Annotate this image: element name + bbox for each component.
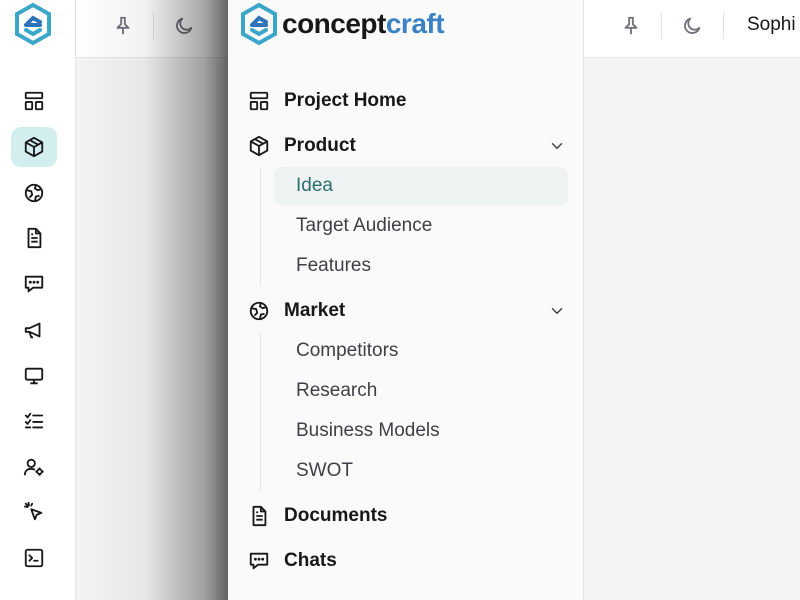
document-icon: [27, 227, 42, 249]
icon-rail: [0, 0, 76, 600]
toolbar-divider: [723, 13, 724, 39]
product-subnav-line: [260, 168, 261, 286]
subnav-item-research[interactable]: Research: [274, 372, 568, 410]
toolbar-divider: [661, 13, 662, 39]
rail-actions[interactable]: [11, 492, 57, 532]
cube-icon: [249, 135, 269, 157]
chevron-down-icon[interactable]: [548, 302, 566, 320]
cursor-click-icon: [23, 501, 43, 521]
rail-product[interactable]: [11, 127, 57, 167]
pin-icon[interactable]: [618, 13, 644, 39]
subnav-item-target-audience[interactable]: Target Audience: [274, 207, 568, 245]
rail-project-home[interactable]: [11, 81, 57, 121]
subnav-item-features[interactable]: Features: [274, 247, 568, 285]
globe-icon: [249, 301, 269, 321]
app-logo-icon: [241, 3, 277, 45]
terminal-icon: [24, 548, 44, 568]
user-settings-icon: [23, 458, 44, 476]
chat-icon: [249, 552, 269, 570]
document-icon: [252, 505, 267, 527]
subnav-item-competitors[interactable]: Competitors: [274, 332, 568, 370]
nav-documents[interactable]: Documents: [248, 498, 568, 534]
subnav-item-idea[interactable]: Idea: [274, 167, 568, 205]
drawer-backdrop-shadow: [76, 0, 228, 600]
megaphone-icon: [24, 322, 41, 339]
cube-icon: [24, 136, 44, 158]
moon-icon[interactable]: [679, 13, 705, 39]
rail-presentation[interactable]: [11, 356, 57, 396]
subnav-item-business-models[interactable]: Business Models: [274, 412, 568, 450]
rail-team[interactable]: [11, 447, 57, 487]
nav-documents-label: Documents: [284, 505, 388, 526]
navigation-drawer: conceptcraft Project Home Product Idea T…: [228, 0, 584, 600]
nav-chats[interactable]: Chats: [248, 543, 568, 579]
market-subnav-line: [260, 333, 261, 491]
nav-market[interactable]: Market: [248, 293, 568, 329]
nav-product[interactable]: Product: [248, 128, 568, 164]
nav-market-label: Market: [284, 300, 346, 321]
rail-marketing[interactable]: [11, 310, 57, 350]
nav-product-label: Product: [284, 135, 356, 156]
chat-icon: [24, 275, 44, 293]
layout-icon: [249, 91, 269, 111]
layout-icon: [24, 91, 44, 111]
checklist-icon: [24, 412, 44, 429]
globe-icon: [24, 183, 44, 203]
rail-tasks[interactable]: [11, 401, 57, 441]
rail-chats[interactable]: [11, 264, 57, 304]
brand-logo[interactable]: conceptcraft: [240, 2, 445, 46]
rail-market[interactable]: [11, 173, 57, 213]
app-logo-icon[interactable]: [14, 3, 52, 45]
chevron-down-icon[interactable]: [548, 137, 566, 155]
user-name[interactable]: Sophi: [747, 14, 796, 36]
nav-chats-label: Chats: [284, 550, 337, 571]
nav-project-home-label: Project Home: [284, 90, 407, 111]
nav-project-home[interactable]: Project Home: [248, 83, 568, 119]
rail-documents[interactable]: [11, 218, 57, 258]
brand-name: conceptcraft: [282, 8, 445, 39]
subnav-item-swot[interactable]: SWOT: [274, 452, 568, 490]
monitor-icon: [24, 367, 44, 385]
rail-terminal[interactable]: [11, 538, 57, 578]
